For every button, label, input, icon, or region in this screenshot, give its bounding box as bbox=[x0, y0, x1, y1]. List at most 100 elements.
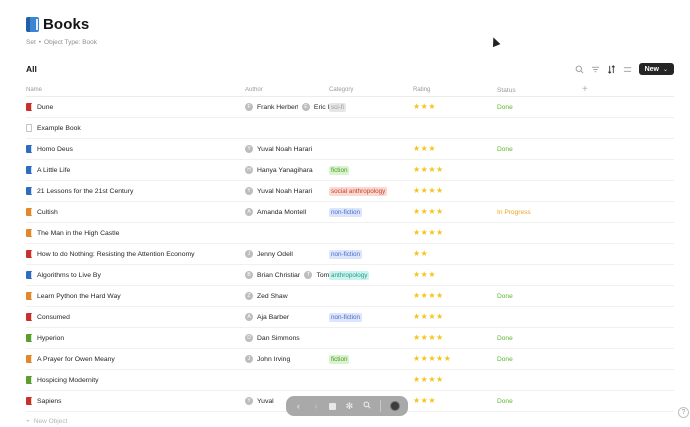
cell-status[interactable]: Done bbox=[497, 356, 581, 363]
star-icon: ★ bbox=[436, 354, 444, 363]
book-icon bbox=[26, 145, 32, 153]
cell-name[interactable]: Learn Python the Hard Way bbox=[26, 292, 245, 300]
star-icon: ★ bbox=[443, 354, 451, 363]
cell-rating[interactable]: ★ ★ ★ ★ bbox=[413, 229, 497, 237]
page-title[interactable]: Books bbox=[43, 16, 89, 33]
filter-icon[interactable] bbox=[591, 65, 600, 74]
column-header-author[interactable]: Author bbox=[245, 87, 329, 93]
cell-name[interactable]: Sapiens bbox=[26, 397, 245, 405]
add-new-object-button[interactable]: + New Object bbox=[26, 418, 67, 425]
cell-name[interactable]: Hospicing Modernity bbox=[26, 376, 245, 384]
chevron-down-icon[interactable]: ⌄ bbox=[663, 66, 668, 73]
add-column-icon[interactable]: + bbox=[582, 84, 588, 95]
cell-status[interactable]: Done bbox=[497, 293, 581, 300]
cell-author[interactable]: Y Yuval Noah Harari bbox=[245, 145, 329, 153]
cell-rating[interactable]: ★ ★ ★ ★ bbox=[413, 208, 497, 216]
cell-name[interactable]: Hyperion bbox=[26, 334, 245, 342]
table-row[interactable]: Hyperion D Dan Simmons ★ ★ ★ ★ Done bbox=[26, 328, 674, 349]
column-header-status[interactable]: Status bbox=[497, 87, 581, 94]
table-row[interactable]: Dune F Frank Herbert E Eric Isci-fi ★ ★ ★ Done bbox=[26, 97, 674, 118]
cell-status[interactable]: In Progress bbox=[497, 209, 581, 216]
cell-category[interactable]: anthropology bbox=[329, 270, 413, 280]
table-row[interactable]: The Man in the High Castle ★ ★ ★ ★ bbox=[26, 223, 674, 244]
cell-author[interactable]: B Brian Christian T Tom bbox=[245, 271, 329, 279]
cell-name[interactable]: Dune bbox=[26, 103, 245, 111]
breadcrumb-object-type[interactable]: Object Type: Book bbox=[44, 39, 97, 46]
search-icon[interactable] bbox=[575, 65, 584, 74]
cell-category[interactable]: non-fiction bbox=[329, 207, 413, 217]
table-row[interactable]: How to do Nothing: Resisting the Attenti… bbox=[26, 244, 674, 265]
cell-name[interactable]: The Man in the High Castle bbox=[26, 229, 245, 237]
cell-author[interactable]: F Frank Herbert E Eric I bbox=[245, 103, 329, 111]
cell-rating[interactable]: ★ ★ ★ ★ bbox=[413, 376, 497, 384]
cell-status[interactable]: Done bbox=[497, 398, 581, 405]
column-header-rating[interactable]: Rating bbox=[413, 87, 497, 93]
table-row[interactable]: Learn Python the Hard Way Z Zed Shaw ★ ★ ★ ★ Do… bbox=[26, 286, 674, 307]
cell-name[interactable]: Consumed bbox=[26, 313, 245, 321]
table-row[interactable]: Homo Deus Y Yuval Noah Harari ★ ★ ★ Done bbox=[26, 139, 674, 160]
user-avatar[interactable] bbox=[390, 401, 401, 411]
cell-category[interactable]: fiction bbox=[329, 165, 413, 175]
cell-author[interactable]: D Dan Simmons bbox=[245, 334, 329, 342]
table-row[interactable]: Consumed A Aja Barber non-fiction ★ ★ ★ ★ bbox=[26, 307, 674, 328]
cell-category[interactable]: sci-fi bbox=[329, 102, 413, 112]
cell-name[interactable]: Example Book bbox=[26, 124, 245, 132]
widget-icon[interactable] bbox=[329, 402, 337, 410]
cell-rating[interactable]: ★ ★ ★ bbox=[413, 271, 497, 279]
forward-arrow-icon[interactable]: › bbox=[312, 401, 321, 411]
cell-rating[interactable]: ★ ★ bbox=[413, 250, 497, 258]
cell-author[interactable]: J John Irving bbox=[245, 355, 329, 363]
cell-name[interactable]: Homo Deus bbox=[26, 145, 245, 153]
cell-rating[interactable]: ★ ★ ★ ★ bbox=[413, 292, 497, 300]
cell-category[interactable]: fiction bbox=[329, 354, 413, 364]
table-row[interactable]: Hospicing Modernity ★ ★ ★ ★ bbox=[26, 370, 674, 391]
cell-status[interactable]: Done bbox=[497, 335, 581, 342]
table-header: Name Author Category Rating Status + bbox=[26, 84, 674, 97]
column-header-category[interactable]: Category bbox=[329, 87, 413, 93]
table-row[interactable]: Cultish A Amanda Montell non-fiction ★ ★ ★ ★ In … bbox=[26, 202, 674, 223]
help-button[interactable]: ? bbox=[678, 407, 689, 418]
table-row[interactable]: Algorithms to Live By B Brian Christian T To… bbox=[26, 265, 674, 286]
cell-author[interactable]: A Aja Barber bbox=[245, 313, 329, 321]
cell-rating[interactable]: ★ ★ ★ bbox=[413, 397, 497, 405]
cell-author[interactable]: H Hanya Yanagihara bbox=[245, 166, 329, 174]
back-arrow-icon[interactable]: ‹ bbox=[294, 401, 303, 411]
cell-name[interactable]: Algorithms to Live By bbox=[26, 271, 245, 279]
cell-rating[interactable]: ★ ★ ★ ★ bbox=[413, 334, 497, 342]
cell-author[interactable]: Y Yuval Noah Harari bbox=[245, 187, 329, 195]
sort-icon[interactable] bbox=[607, 64, 616, 74]
cell-rating[interactable]: ★ ★ ★ bbox=[413, 145, 497, 153]
cell-author[interactable]: Z Zed Shaw bbox=[245, 292, 329, 300]
table-row[interactable]: Example Book bbox=[26, 118, 674, 139]
cell-author[interactable]: J Jenny Odell bbox=[245, 250, 329, 258]
book-title: Cultish bbox=[37, 208, 58, 216]
cell-category[interactable]: social anthropology bbox=[329, 186, 413, 196]
cell-author[interactable]: A Amanda Montell bbox=[245, 208, 329, 216]
cell-rating[interactable]: ★ ★ ★ bbox=[413, 103, 497, 111]
cell-name[interactable]: A Prayer for Owen Meany bbox=[26, 355, 245, 363]
cell-category[interactable]: non-fiction bbox=[329, 249, 413, 259]
cell-rating[interactable]: ★ ★ ★ ★ bbox=[413, 313, 497, 321]
new-object-button[interactable]: New ⌄ bbox=[638, 63, 674, 75]
table-row[interactable]: A Little Life H Hanya Yanagihara fiction ★ ★ ★… bbox=[26, 160, 674, 181]
book-icon[interactable] bbox=[26, 17, 39, 32]
cell-name[interactable]: 21 Lessons for the 21st Century bbox=[26, 187, 245, 195]
cell-status[interactable]: Done bbox=[497, 146, 581, 153]
cell-rating[interactable]: ★ ★ ★ ★ bbox=[413, 166, 497, 174]
view-tab-all[interactable]: All bbox=[26, 64, 37, 74]
cell-status[interactable]: Done bbox=[497, 104, 581, 111]
cell-name[interactable]: How to do Nothing: Resisting the Attenti… bbox=[26, 250, 245, 258]
column-header-name[interactable]: Name bbox=[26, 87, 245, 93]
cell-rating[interactable]: ★ ★ ★ ★ ★ bbox=[413, 355, 497, 363]
settings-icon[interactable] bbox=[623, 65, 632, 74]
table-row[interactable]: A Prayer for Owen Meany J John Irving ficti… bbox=[26, 349, 674, 370]
cell-name[interactable]: Cultish bbox=[26, 208, 245, 216]
cell-name[interactable]: A Little Life bbox=[26, 166, 245, 174]
cell-category[interactable]: non-fiction bbox=[329, 312, 413, 322]
graph-icon[interactable]: ✻ bbox=[345, 401, 354, 411]
search-icon[interactable] bbox=[363, 401, 372, 411]
author-name: John Irving bbox=[257, 355, 291, 363]
star-icon: ★ bbox=[413, 186, 421, 195]
cell-rating[interactable]: ★ ★ ★ ★ bbox=[413, 187, 497, 195]
table-row[interactable]: 21 Lessons for the 21st Century Y Yuval No… bbox=[26, 181, 674, 202]
